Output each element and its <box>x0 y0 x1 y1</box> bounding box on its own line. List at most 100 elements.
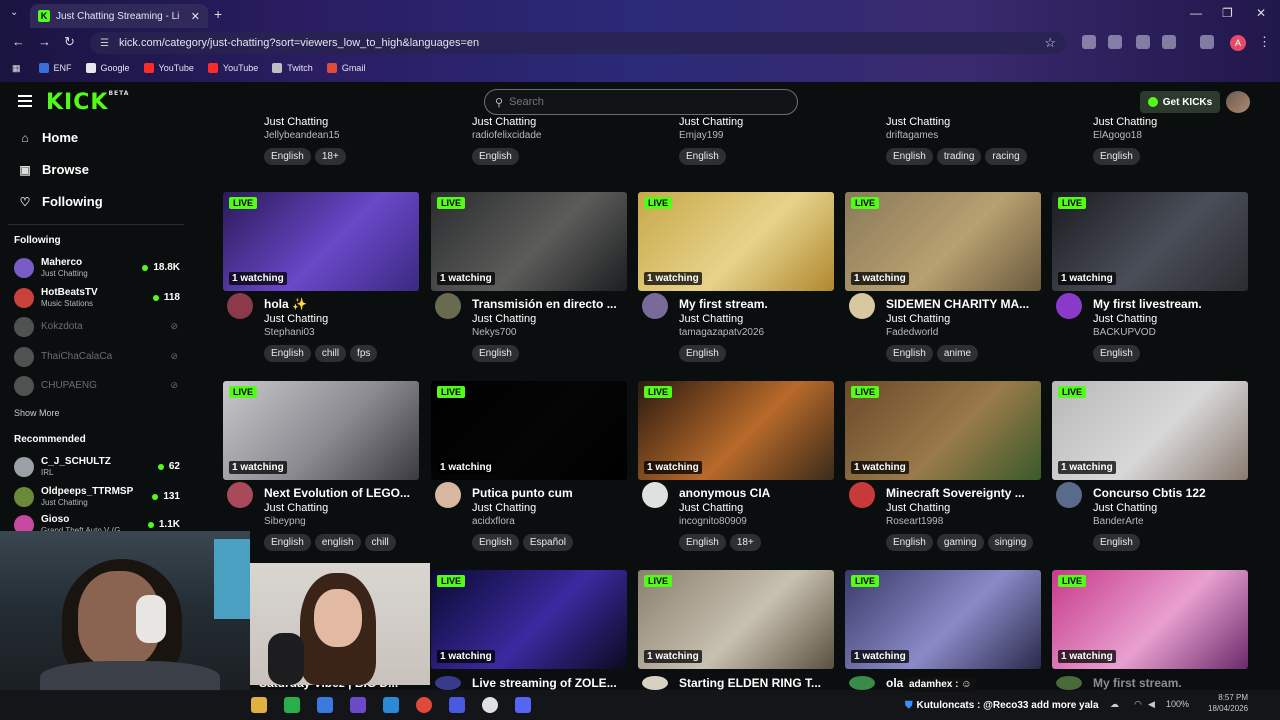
stream-card-meta[interactable]: Just Chatting driftagames English trading ra… <box>849 113 1045 183</box>
stream-category[interactable]: Just Chatting <box>472 313 536 325</box>
streamer-avatar[interactable] <box>227 293 253 319</box>
new-tab-icon[interactable]: + <box>214 6 222 22</box>
streamer-name[interactable]: BanderArte <box>1093 516 1144 527</box>
get-kicks-button[interactable]: Get KICKs <box>1140 91 1220 113</box>
browser-menu-icon[interactable]: ⋮ <box>1258 34 1271 50</box>
stream-category[interactable]: Just Chatting <box>264 116 328 128</box>
stream-thumbnail[interactable]: LIVE 1 watching <box>431 192 627 291</box>
stream-thumbnail[interactable]: LIVE 1 watching <box>1052 570 1248 669</box>
stream-tag[interactable]: English <box>679 148 726 165</box>
stream-card-meta[interactable]: Next Evolution of LEGO... Just Chatting Si… <box>227 482 424 556</box>
stream-tag[interactable]: English <box>679 534 726 551</box>
stream-category[interactable]: Just Chatting <box>1093 313 1157 325</box>
tab-search-icon[interactable]: ⌄ <box>10 7 18 18</box>
stream-card-meta[interactable]: Just Chatting Jellybeandean15 English 18+ <box>227 113 423 183</box>
media-control-icon[interactable] <box>1200 35 1214 49</box>
stream-tag[interactable]: English <box>264 148 311 165</box>
stream-title[interactable]: Next Evolution of LEGO... <box>264 486 424 500</box>
bookmark-item[interactable]: YouTube <box>207 63 258 73</box>
stream-tag[interactable]: 18+ <box>729 534 761 551</box>
address-bar[interactable]: ☰ kick.com/category/just-chatting?sort=v… <box>90 32 1066 54</box>
show-more-link[interactable]: Show More <box>14 408 60 418</box>
stream-category[interactable]: Just Chatting <box>472 116 536 128</box>
sidebar-item-home[interactable]: ⌂ Home <box>18 130 78 145</box>
stream-tag[interactable]: English <box>679 345 726 362</box>
streamer-name[interactable]: tamagazapatv2026 <box>679 327 764 338</box>
stream-tag[interactable]: chill <box>364 534 396 551</box>
stream-category[interactable]: Just Chatting <box>264 313 328 325</box>
stream-title[interactable]: SIDEMEN CHARITY MA... <box>886 297 1046 311</box>
streamer-avatar[interactable] <box>642 293 668 319</box>
back-icon[interactable]: ← <box>12 34 25 49</box>
stream-tag[interactable]: racing <box>985 148 1027 165</box>
office-icon[interactable] <box>317 697 333 713</box>
menu-icon[interactable] <box>18 95 32 107</box>
chrome-icon[interactable] <box>416 697 432 713</box>
recommended-channel[interactable]: C_J_SCHULTZ IRL 62 <box>14 454 184 480</box>
bookmark-item[interactable]: Gmail <box>326 63 365 73</box>
stream-card-meta[interactable]: Concurso Cbtis 122 Just Chatting BanderArt… <box>1056 482 1253 556</box>
search-box[interactable]: ⚲ <box>484 89 798 115</box>
streamer-avatar[interactable] <box>1056 103 1082 129</box>
site-info-icon[interactable]: ☰ <box>100 38 109 49</box>
wifi-icon[interactable]: ◠ <box>1134 699 1142 710</box>
stream-tag[interactable]: English <box>264 534 311 551</box>
extensions-puzzle-icon[interactable] <box>1162 35 1176 49</box>
bookmark-item[interactable]: Twitch <box>272 63 313 73</box>
followed-channel[interactable]: Kokzdota ⊘ <box>14 314 184 340</box>
extension-icon[interactable] <box>1108 35 1122 49</box>
streamer-name[interactable]: ElAgogo18 <box>1093 130 1142 141</box>
stream-tag[interactable]: 18+ <box>314 148 346 165</box>
streamer-avatar[interactable] <box>1056 676 1082 690</box>
streamer-avatar[interactable] <box>435 482 461 508</box>
stream-card-meta[interactable]: My first stream. <box>1056 676 1252 690</box>
stream-tag[interactable]: English <box>1093 148 1140 165</box>
search-input[interactable] <box>509 96 770 108</box>
stream-category[interactable]: Just Chatting <box>886 313 950 325</box>
profile-avatar[interactable]: A <box>1230 35 1246 51</box>
streamer-avatar[interactable] <box>435 293 461 319</box>
streamer-avatar[interactable] <box>227 482 253 508</box>
streamer-name[interactable]: radiofelixcidade <box>472 130 542 141</box>
streamer-avatar[interactable] <box>642 482 668 508</box>
stream-thumbnail[interactable]: LIVE 1 watching <box>223 192 419 291</box>
stream-category[interactable]: Just Chatting <box>472 502 536 514</box>
stream-tag[interactable]: singing <box>987 534 1034 551</box>
stream-tag[interactable]: English <box>264 345 311 362</box>
obs-icon[interactable] <box>482 697 498 713</box>
streamer-name[interactable]: Emjay199 <box>679 130 723 141</box>
streamer-avatar[interactable] <box>1056 482 1082 508</box>
streamer-avatar[interactable] <box>642 103 668 129</box>
stream-tag[interactable]: English <box>886 345 933 362</box>
stream-tag[interactable]: anime <box>936 345 979 362</box>
stream-category[interactable]: Just Chatting <box>679 116 743 128</box>
stream-title[interactable]: hola ✨ <box>264 297 424 311</box>
stream-category[interactable]: Just Chatting <box>679 313 743 325</box>
extension-icon[interactable] <box>1136 35 1150 49</box>
stream-title[interactable]: Concurso Cbtis 122 <box>1093 486 1253 500</box>
stream-tag[interactable]: English <box>886 534 933 551</box>
minimize-icon[interactable]: — <box>1190 6 1202 20</box>
stream-thumbnail[interactable]: LIVE 1 watching <box>638 381 834 480</box>
stream-category[interactable]: Just Chatting <box>679 502 743 514</box>
stream-title[interactable]: My first stream. <box>1093 676 1253 690</box>
streamer-name[interactable]: incognito80909 <box>679 516 747 527</box>
stream-card-meta[interactable]: Live streaming of ZOLE... <box>435 676 631 690</box>
stream-card-meta[interactable]: Minecraft Sovereignty ... Just Chatting Ro… <box>849 482 1046 556</box>
stream-tag[interactable]: trading <box>936 148 982 165</box>
stream-card-meta[interactable]: My first stream. Just Chatting tamagazapat… <box>642 293 838 367</box>
streamer-name[interactable]: Roseart1998 <box>886 516 943 527</box>
reload-icon[interactable]: ↻ <box>64 34 75 50</box>
streamer-avatar[interactable] <box>435 103 461 129</box>
close-tab-icon[interactable]: ✕ <box>191 10 200 23</box>
stream-card-meta[interactable]: hola ✨ Just Chatting Stephani03 English chil… <box>227 293 424 367</box>
streamer-name[interactable]: acidxflora <box>472 516 515 527</box>
stream-thumbnail[interactable]: LIVE 1 watching <box>638 570 834 669</box>
stream-title[interactable]: Transmisión en directo ... <box>472 297 632 311</box>
discord-icon[interactable] <box>515 697 531 713</box>
stream-title[interactable]: Minecraft Sovereignty ... <box>886 486 1046 500</box>
streamer-name[interactable]: Nekys700 <box>472 327 516 338</box>
volume-icon[interactable]: ◀ <box>1148 699 1155 710</box>
streamer-avatar[interactable] <box>435 676 461 690</box>
bookmark-item[interactable]: YouTube <box>143 63 194 73</box>
